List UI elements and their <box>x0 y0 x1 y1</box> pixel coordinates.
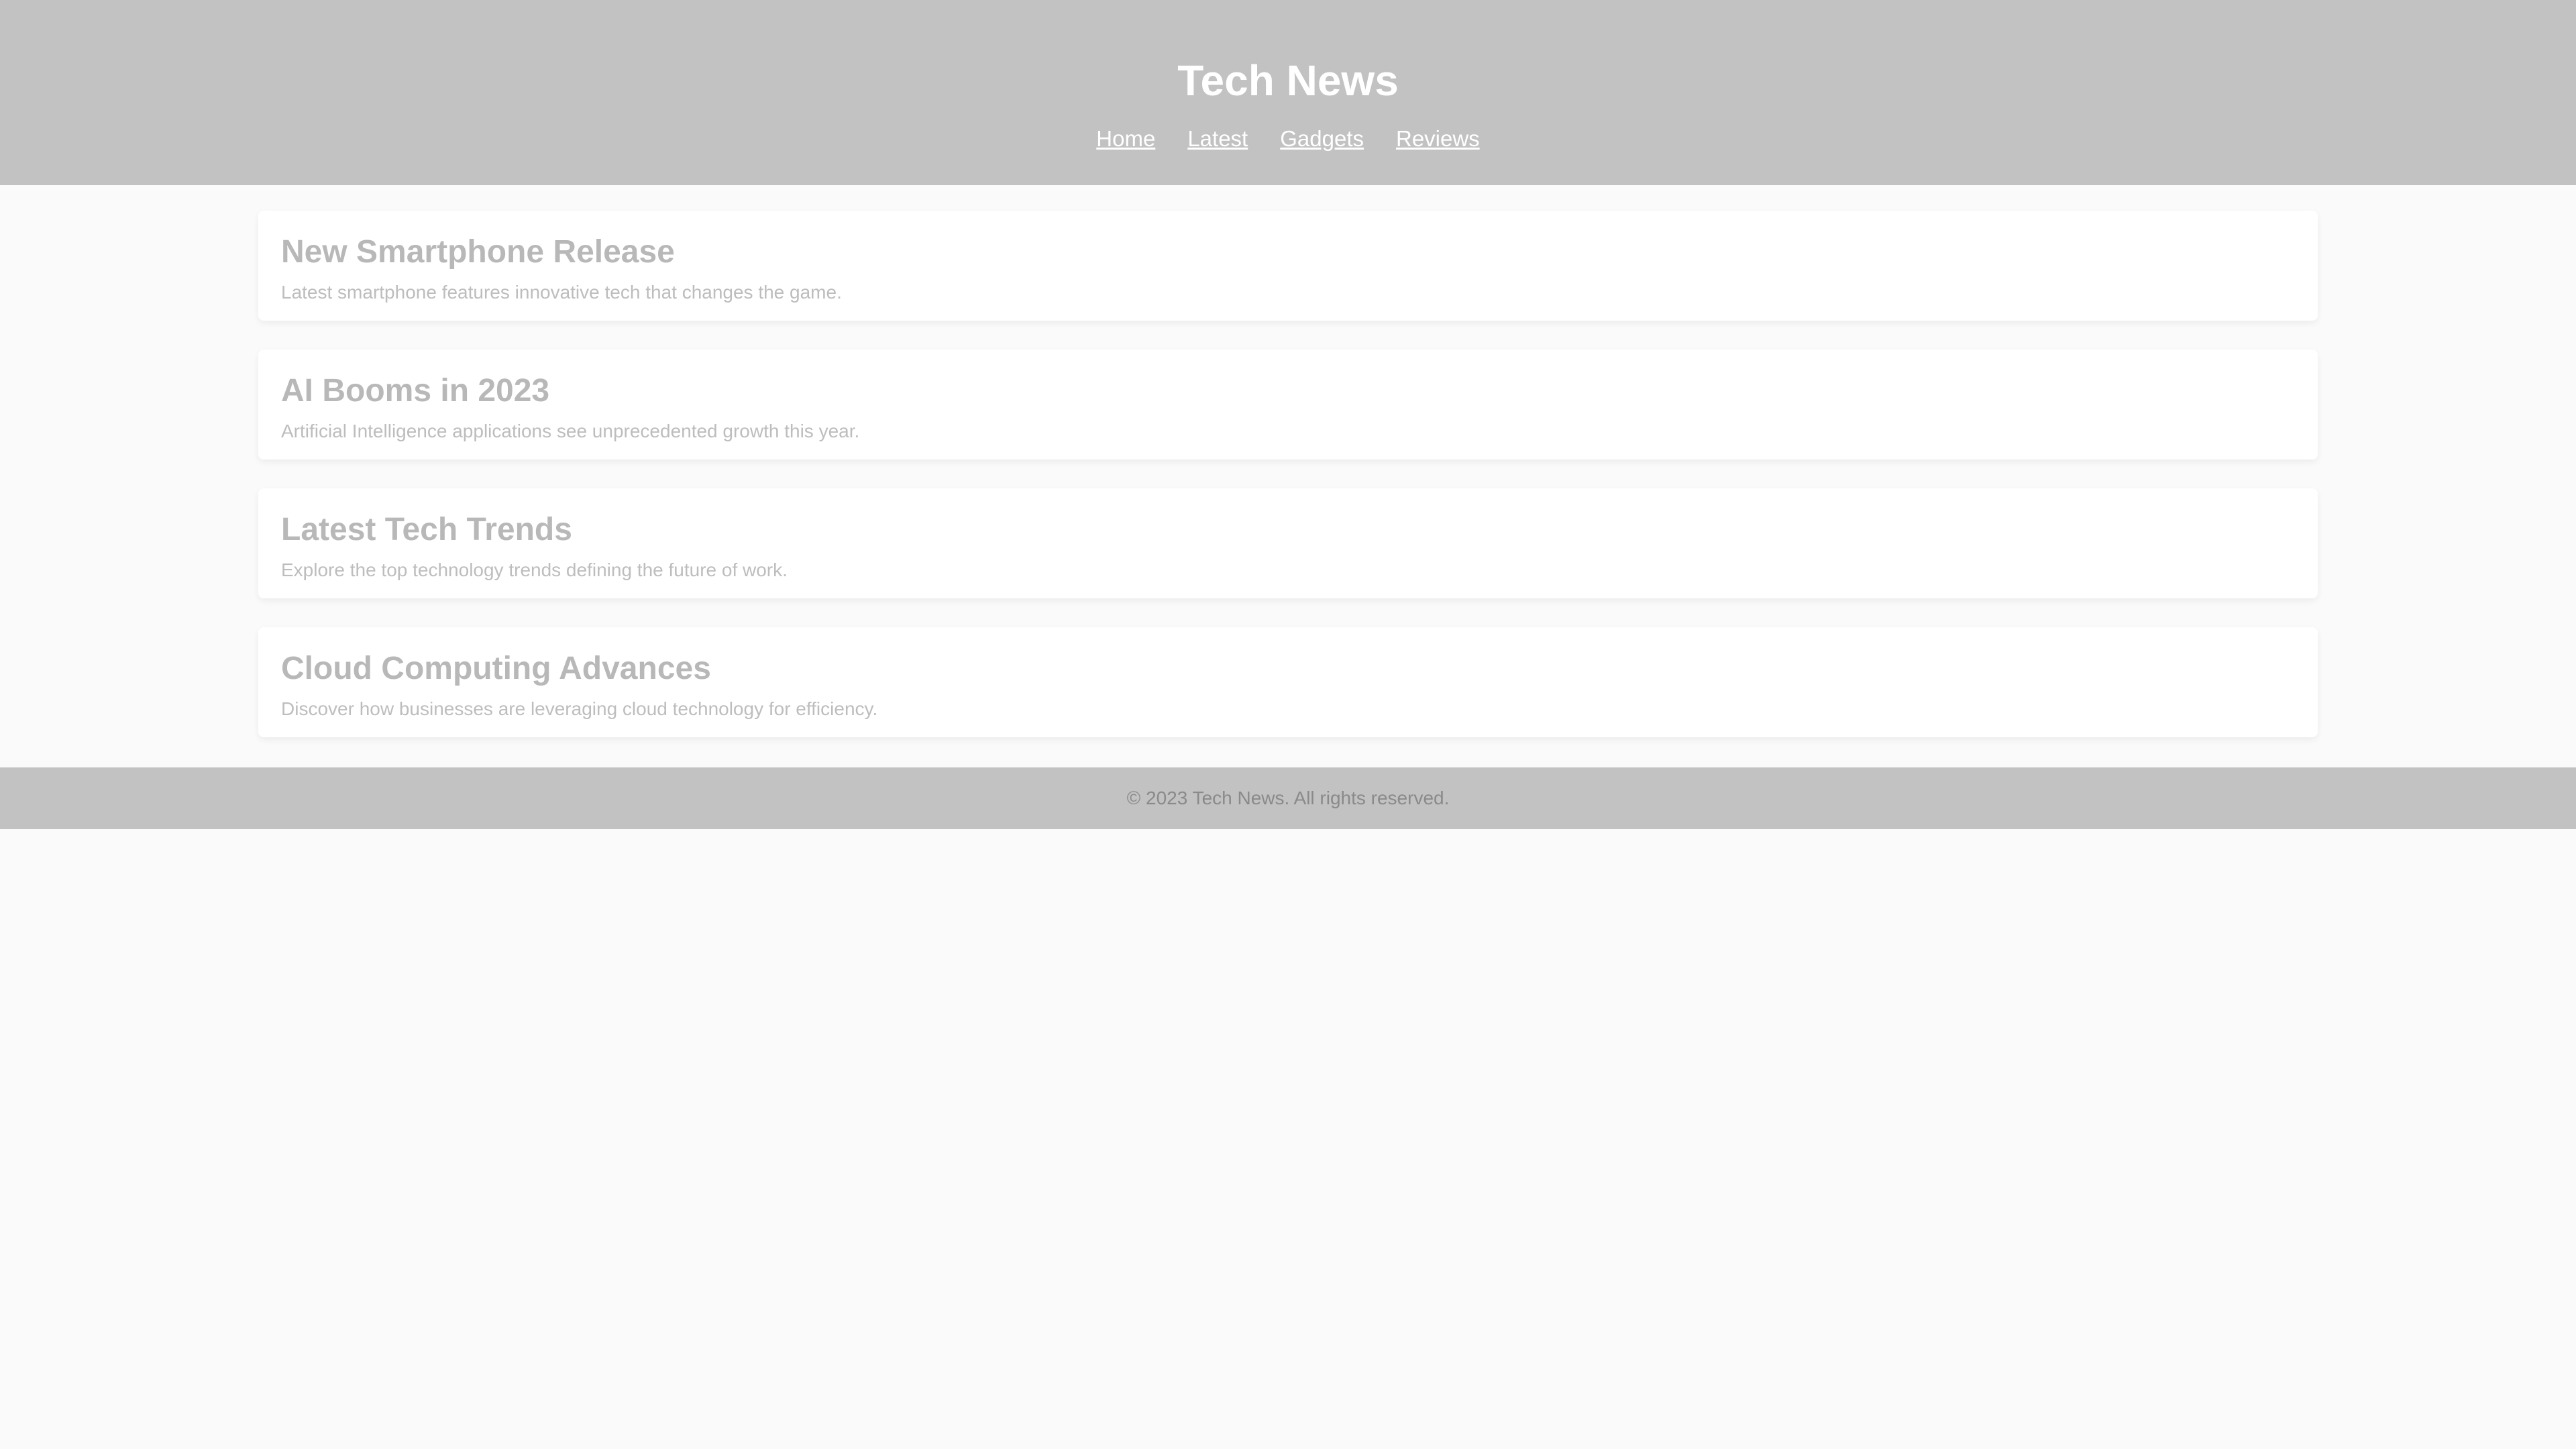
nav-link-gadgets[interactable]: Gadgets <box>1280 123 1364 154</box>
article-card[interactable]: Cloud Computing Advances Discover how bu… <box>258 627 2318 737</box>
site-title: Tech News <box>1177 56 1399 105</box>
article-summary: Discover how businesses are leveraging c… <box>281 698 878 719</box>
article-card[interactable]: Latest Tech Trends Explore the top techn… <box>258 488 2318 598</box>
article-summary: Latest smartphone features innovative te… <box>281 282 842 303</box>
site-header: Tech News Home Latest Gadgets Reviews <box>0 0 2576 185</box>
site-footer: © 2023 Tech News. All rights reserved. <box>0 767 2576 829</box>
article-title[interactable]: Cloud Computing Advances <box>281 647 2295 690</box>
nav-link-reviews[interactable]: Reviews <box>1396 123 1480 154</box>
article-title[interactable]: Latest Tech Trends <box>281 508 2295 551</box>
copyright-text: © 2023 Tech News. All rights reserved. <box>1126 788 1450 808</box>
article-title[interactable]: New Smartphone Release <box>281 231 2295 274</box>
nav-link-latest[interactable]: Latest <box>1187 123 1248 154</box>
article-card[interactable]: New Smartphone Release Latest smartphone… <box>258 211 2318 321</box>
article-summary: Explore the top technology trends defini… <box>281 559 788 580</box>
article-summary: Artificial Intelligence applications see… <box>281 421 860 441</box>
article-card[interactable]: AI Booms in 2023 Artificial Intelligence… <box>258 350 2318 460</box>
article-title[interactable]: AI Booms in 2023 <box>281 370 2295 413</box>
article-list: New Smartphone Release Latest smartphone… <box>258 211 2318 737</box>
nav-link-home[interactable]: Home <box>1096 123 1155 154</box>
main-nav: Home Latest Gadgets Reviews <box>0 123 2576 154</box>
